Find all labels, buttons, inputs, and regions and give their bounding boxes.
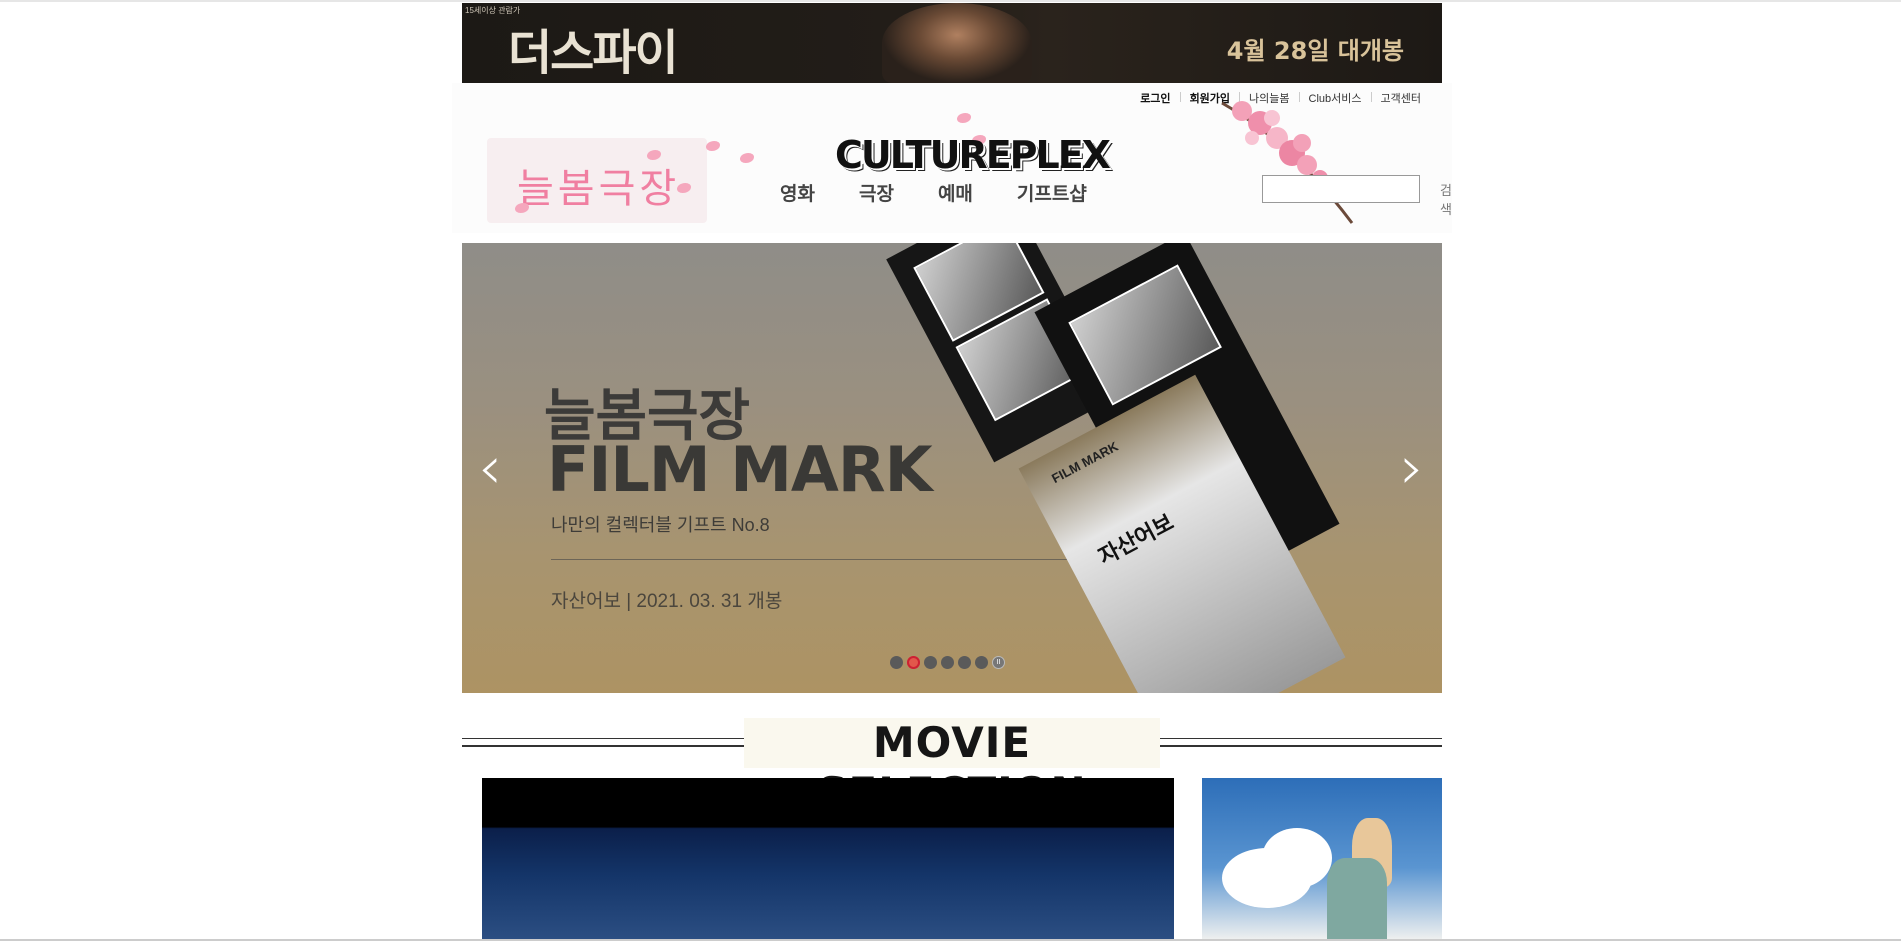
hero-subtitle: 나만의 컬렉터블 기프트 No.8 (551, 515, 770, 535)
cloud-shape (1262, 828, 1332, 888)
movie-thumbnail-large[interactable] (482, 778, 1174, 941)
site-header: 로그인 회원가입 나의늘봄 Club서비스 고객센터 늘봄극장 CULTUREP… (452, 83, 1452, 233)
petal-icon (677, 183, 691, 193)
main-nav: 영화 극장 예매 기프트샵 (780, 179, 1087, 206)
pause-button[interactable]: II (992, 656, 1005, 669)
slide-dot[interactable] (958, 656, 971, 669)
section-rule-left (462, 738, 744, 747)
hero-slider: 늘봄극장 FILM MARK 나만의 컬렉터블 기프트 No.8 자산어보 | … (462, 243, 1442, 693)
card-title: 자산어보 (1094, 509, 1179, 571)
nav-giftshop[interactable]: 기프트샵 (1017, 179, 1087, 206)
petal-icon (706, 141, 720, 151)
character-figure (1327, 858, 1387, 941)
slide-dot[interactable] (975, 656, 988, 669)
util-login-link[interactable]: 로그인 (1131, 90, 1179, 106)
ad-actor-image (882, 3, 1032, 83)
theater-logo[interactable]: 늘봄극장 (487, 138, 707, 223)
movie-selection-header: MOVIE SELECTION (462, 718, 1442, 817)
petal-icon (740, 153, 754, 163)
hero-movie-info: 자산어보 | 2021. 03. 31 개봉 (551, 591, 783, 612)
slider-pagination: II (890, 656, 1005, 669)
next-slide-arrow[interactable]: › (1400, 433, 1424, 503)
search-button[interactable]: 검색 (1440, 180, 1452, 218)
slide-dot-active[interactable] (907, 656, 920, 669)
section-rule-right (1160, 738, 1442, 747)
petal-icon (957, 113, 971, 123)
ad-release-date: 4월 28일 대개봉 (1226, 37, 1404, 65)
slide-dot[interactable] (941, 656, 954, 669)
slide-dot[interactable] (924, 656, 937, 669)
top-ad-banner[interactable]: 15세이상 관람가 더스파이 4월 28일 대개봉 (462, 3, 1442, 83)
card-label: FILM MARK (1049, 438, 1121, 487)
prev-slide-arrow[interactable]: ‹ (478, 433, 502, 503)
movie-thumbnail-small[interactable] (1202, 778, 1442, 941)
slide-dot[interactable] (890, 656, 903, 669)
nav-booking[interactable]: 예매 (938, 179, 973, 206)
search-input[interactable] (1262, 175, 1420, 203)
theater-logo-text: 늘봄극장 (517, 166, 681, 212)
brand-logo[interactable]: CULTUREPLEX (835, 133, 1111, 177)
ad-movie-title: 더스파이 (508, 25, 679, 81)
hero-title-en: FILM MARK (547, 433, 933, 506)
hero-divider (551, 559, 1111, 560)
top-border (0, 0, 1901, 2)
section-title: MOVIE SELECTION (744, 718, 1160, 817)
cherry-blossom-decoration (1221, 101, 1354, 224)
nav-movie[interactable]: 영화 (780, 179, 815, 206)
nav-theater[interactable]: 극장 (859, 179, 894, 206)
